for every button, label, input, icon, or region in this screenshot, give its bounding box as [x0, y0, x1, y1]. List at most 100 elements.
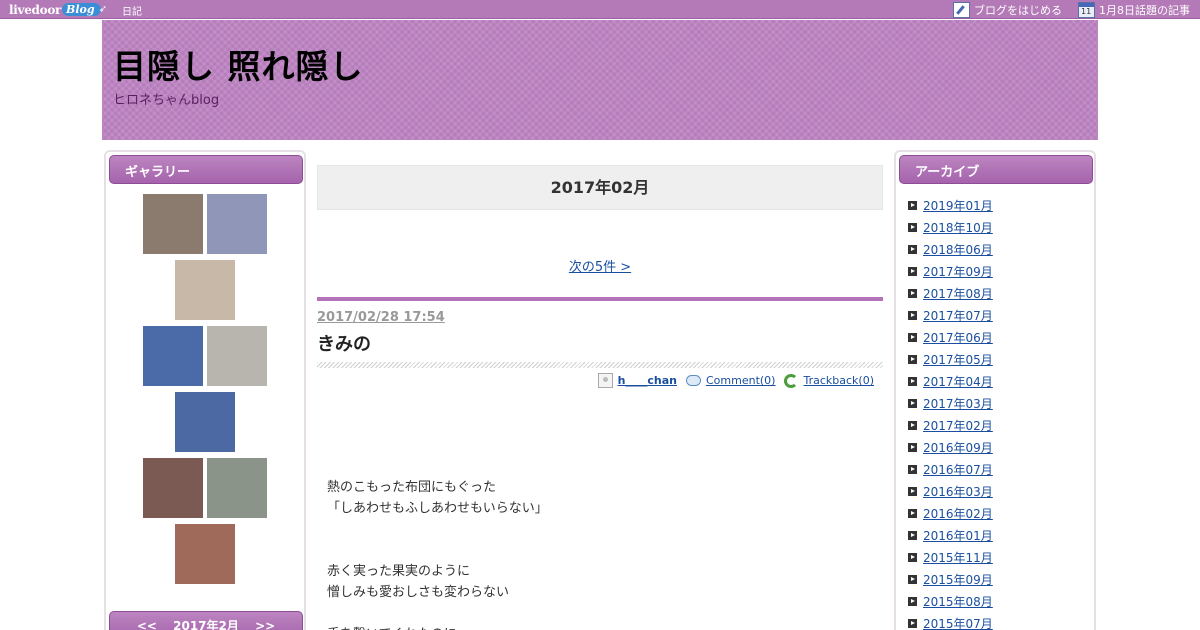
- calendar-icon: 11: [1078, 1, 1095, 18]
- article-body: 熱のこもった布団にもぐった 「しあわせもふしあわせもいらない」 赤く実った果実のよう…: [327, 477, 548, 630]
- calendar-nav: << 2017年2月 >>: [109, 611, 303, 630]
- archive-link[interactable]: 2015年07月: [923, 615, 993, 630]
- bullet-icon: [908, 552, 917, 562]
- comment-link[interactable]: Comment(0): [706, 374, 775, 387]
- article-line: [327, 603, 548, 624]
- start-blog-link[interactable]: ブログをはじめる: [953, 1, 1062, 18]
- pencil-icon: [953, 1, 970, 18]
- user-icon: [597, 373, 613, 388]
- archive-item: 2016年01月: [908, 524, 993, 546]
- blog-title[interactable]: 目隠し 照れ隠し: [113, 40, 364, 88]
- gallery-thumbnail-6[interactable]: [175, 392, 235, 452]
- gallery-row: [106, 326, 304, 386]
- article-line: [327, 540, 548, 561]
- bullet-icon: [908, 596, 917, 606]
- archive-heading: アーカイブ: [899, 155, 1093, 184]
- logo-text: livedoor: [9, 2, 62, 17]
- archive-link[interactable]: 2017年05月: [923, 351, 993, 368]
- bullet-icon: [908, 244, 917, 254]
- article-title[interactable]: きみの: [317, 330, 371, 356]
- archive-item: 2017年06月: [908, 326, 993, 348]
- archive-link[interactable]: 2017年04月: [923, 373, 993, 390]
- gallery-thumbnail-1[interactable]: [143, 194, 203, 254]
- trackback-link[interactable]: Trackback(0): [803, 374, 874, 387]
- bullet-icon: [908, 618, 917, 628]
- archive-link[interactable]: 2017年09月: [923, 263, 993, 280]
- archive-list: 2019年01月 2018年10月 2018年06月 2017年09月 2017年08月…: [908, 194, 993, 630]
- article-date[interactable]: 2017/02/28 17:54: [317, 310, 445, 325]
- logo-badge: Blog: [62, 3, 101, 16]
- archive-link[interactable]: 2017年06月: [923, 329, 993, 346]
- archive-item: 2017年04月: [908, 370, 993, 392]
- gallery: [106, 194, 304, 590]
- gallery-heading: ギャラリー: [109, 155, 303, 184]
- archive-link[interactable]: 2015年08月: [923, 593, 993, 610]
- bullet-icon: [908, 200, 917, 210]
- gallery-thumbnail-5[interactable]: [207, 326, 267, 386]
- calendar-icon-day: 11: [1081, 6, 1092, 16]
- archive-link[interactable]: 2016年09月: [923, 439, 993, 456]
- bullet-icon: [908, 530, 917, 540]
- archive-item: 2015年11月: [908, 546, 993, 568]
- bullet-icon: [908, 222, 917, 232]
- article-line: 「しあわせもふしあわせもいらない」: [327, 501, 548, 516]
- bullet-icon: [908, 574, 917, 584]
- bullet-icon: [908, 420, 917, 430]
- archive-item: 2017年07月: [908, 304, 993, 326]
- archive-link[interactable]: 2016年02月: [923, 505, 993, 522]
- author-link[interactable]: h____chan: [618, 374, 677, 387]
- archive-item: 2017年03月: [908, 392, 993, 414]
- gallery-row: [106, 524, 304, 584]
- archive-link[interactable]: 2018年06月: [923, 241, 993, 258]
- archive-item: 2016年02月: [908, 502, 993, 524]
- gallery-thumbnail-2[interactable]: [207, 194, 267, 254]
- bullet-icon: [908, 332, 917, 342]
- article-meta: h____chan Comment(0) Trackback(0): [597, 373, 878, 388]
- archive-item: 2018年06月: [908, 238, 993, 260]
- bullet-icon: [908, 508, 917, 518]
- trackback-icon: [784, 373, 799, 388]
- archive-link[interactable]: 2017年08月: [923, 285, 993, 302]
- archive-item: 2015年07月: [908, 612, 993, 630]
- next-page-link[interactable]: 次の5件 >: [317, 256, 883, 275]
- article-line: [327, 519, 548, 540]
- calendar-next-link[interactable]: >>: [255, 619, 275, 630]
- diary-link[interactable]: 日記: [122, 3, 142, 18]
- archive-item: 2017年02月: [908, 414, 993, 436]
- gallery-thumbnail-8[interactable]: [207, 458, 267, 518]
- gallery-thumbnail-9[interactable]: [175, 524, 235, 584]
- archive-item: 2018年10月: [908, 216, 993, 238]
- start-blog-label: ブログをはじめる: [974, 3, 1062, 17]
- month-heading: 2017年02月: [317, 165, 883, 210]
- archive-link[interactable]: 2017年03月: [923, 395, 993, 412]
- archive-link[interactable]: 2017年02月: [923, 417, 993, 434]
- archive-item: 2016年03月: [908, 480, 993, 502]
- archive-link[interactable]: 2015年09月: [923, 571, 993, 588]
- gallery-thumbnail-7[interactable]: [143, 458, 203, 518]
- archive-link[interactable]: 2017年07月: [923, 307, 993, 324]
- archive-item: 2015年09月: [908, 568, 993, 590]
- archive-link[interactable]: 2015年11月: [923, 549, 993, 566]
- archive-link[interactable]: 2016年03月: [923, 483, 993, 500]
- title-underline: [317, 362, 883, 368]
- archive-item: 2015年08月: [908, 590, 993, 612]
- left-sidebar: ギャラリー << 2017年2月 >>: [104, 150, 306, 630]
- archive-link[interactable]: 2016年01月: [923, 527, 993, 544]
- livedoor-blog-logo[interactable]: livedoor Blog ➶: [9, 1, 107, 18]
- right-sidebar: アーカイブ 2019年01月 2018年10月 2018年06月 2017年09月 20…: [894, 150, 1096, 630]
- archive-link[interactable]: 2019年01月: [923, 197, 993, 214]
- blog-description: ヒロネちゃんblog: [113, 93, 220, 108]
- archive-item: 2017年05月: [908, 348, 993, 370]
- trending-link[interactable]: 11 1月8日話題の記事: [1078, 1, 1190, 18]
- calendar-prev-link[interactable]: <<: [137, 619, 157, 630]
- gallery-thumbnail-3[interactable]: [175, 260, 235, 320]
- archive-link[interactable]: 2016年07月: [923, 461, 993, 478]
- gallery-thumbnail-4[interactable]: [143, 326, 203, 386]
- archive-link[interactable]: 2018年10月: [923, 219, 993, 236]
- bullet-icon: [908, 288, 917, 298]
- bullet-icon: [908, 354, 917, 364]
- article-line: 赤く実った果実のように: [327, 564, 471, 579]
- blog-header: 目隠し 照れ隠し ヒロネちゃんblog: [102, 20, 1098, 140]
- bullet-icon: [908, 376, 917, 386]
- gallery-row: [106, 194, 304, 254]
